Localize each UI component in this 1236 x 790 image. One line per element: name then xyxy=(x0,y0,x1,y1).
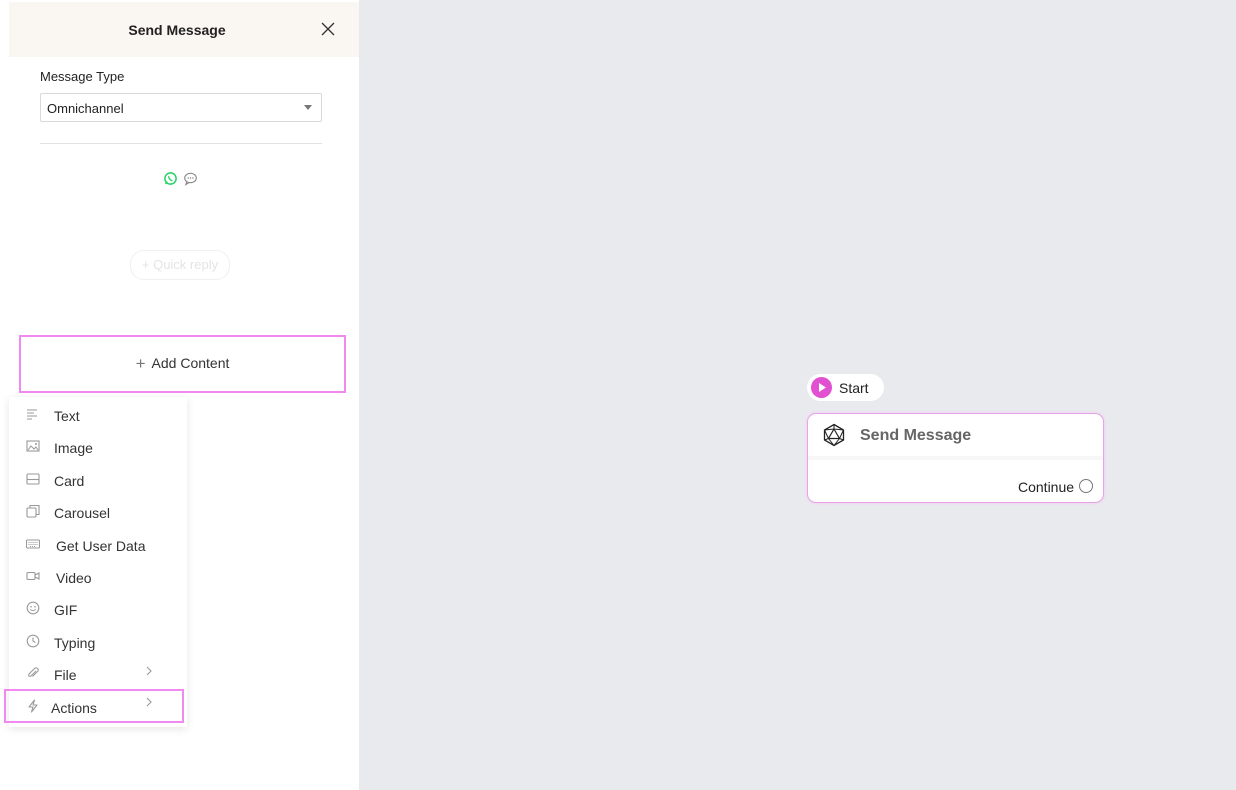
caret-down-icon xyxy=(304,105,312,110)
flow-canvas[interactable] xyxy=(359,0,1236,790)
add-content-menu: Text Image Card Carousel Get User Data V… xyxy=(9,397,187,727)
menu-item-get-user-data[interactable]: Get User Data xyxy=(9,530,187,560)
card-icon xyxy=(26,473,40,485)
menu-item-video[interactable]: Video xyxy=(9,562,187,592)
message-type-label: Message Type xyxy=(40,69,125,84)
panel-header: Send Message xyxy=(9,2,359,57)
start-label: Start xyxy=(839,380,869,396)
image-icon xyxy=(26,440,40,452)
actions-highlight xyxy=(4,689,184,723)
plus-icon: + xyxy=(135,354,146,373)
video-icon xyxy=(26,571,40,581)
smiley-icon xyxy=(26,601,40,615)
menu-item-label: Typing xyxy=(54,635,96,651)
start-node[interactable]: Start xyxy=(807,374,884,401)
menu-item-file[interactable]: File xyxy=(9,659,187,689)
carousel-icon xyxy=(26,504,40,518)
menu-item-text[interactable]: Text xyxy=(9,400,187,430)
continue-port[interactable] xyxy=(1079,479,1093,493)
close-icon[interactable] xyxy=(320,21,336,37)
menu-item-gif[interactable]: GIF xyxy=(9,594,187,624)
menu-item-card[interactable]: Card xyxy=(9,465,187,495)
play-icon xyxy=(811,377,832,398)
chat-bubble-icon xyxy=(184,172,197,186)
menu-item-label: File xyxy=(54,667,77,683)
message-type-value: Omnichannel xyxy=(47,101,124,116)
menu-item-label: Image xyxy=(54,440,93,456)
whatsapp-icon xyxy=(164,172,177,185)
divider xyxy=(40,143,322,144)
menu-item-label: GIF xyxy=(54,602,78,618)
panel-title: Send Message xyxy=(128,22,226,38)
continue-label: Continue xyxy=(1018,479,1075,495)
node-title: Send Message xyxy=(860,427,972,444)
text-lines-icon xyxy=(27,409,37,420)
clock-icon xyxy=(26,634,40,648)
menu-item-label: Text xyxy=(54,408,80,424)
add-content-label: Add Content xyxy=(151,355,230,371)
node-header: Send Message xyxy=(808,414,1103,456)
menu-item-carousel[interactable]: Carousel xyxy=(9,497,187,527)
chevron-right-icon xyxy=(146,666,152,676)
send-message-node[interactable]: Send Message Continue xyxy=(807,413,1104,503)
keyboard-icon xyxy=(26,539,40,549)
quick-reply-button[interactable]: + Quick reply xyxy=(130,250,230,280)
paperclip-icon xyxy=(28,667,39,677)
menu-item-label: Card xyxy=(54,473,85,489)
add-content-button[interactable]: + Add Content xyxy=(19,335,346,393)
add-content-inner: + Add Content xyxy=(21,354,344,374)
menu-item-label: Carousel xyxy=(54,505,111,521)
node-separator xyxy=(808,456,1103,460)
icosahedron-icon xyxy=(823,423,845,447)
menu-item-image[interactable]: Image xyxy=(9,432,187,462)
menu-item-typing[interactable]: Typing xyxy=(9,627,187,657)
menu-item-label: Get User Data xyxy=(56,538,146,554)
send-message-panel: Send Message Message Type Omnichannel + … xyxy=(0,0,359,790)
message-type-select[interactable]: Omnichannel xyxy=(40,93,322,122)
menu-item-label: Video xyxy=(56,570,92,586)
